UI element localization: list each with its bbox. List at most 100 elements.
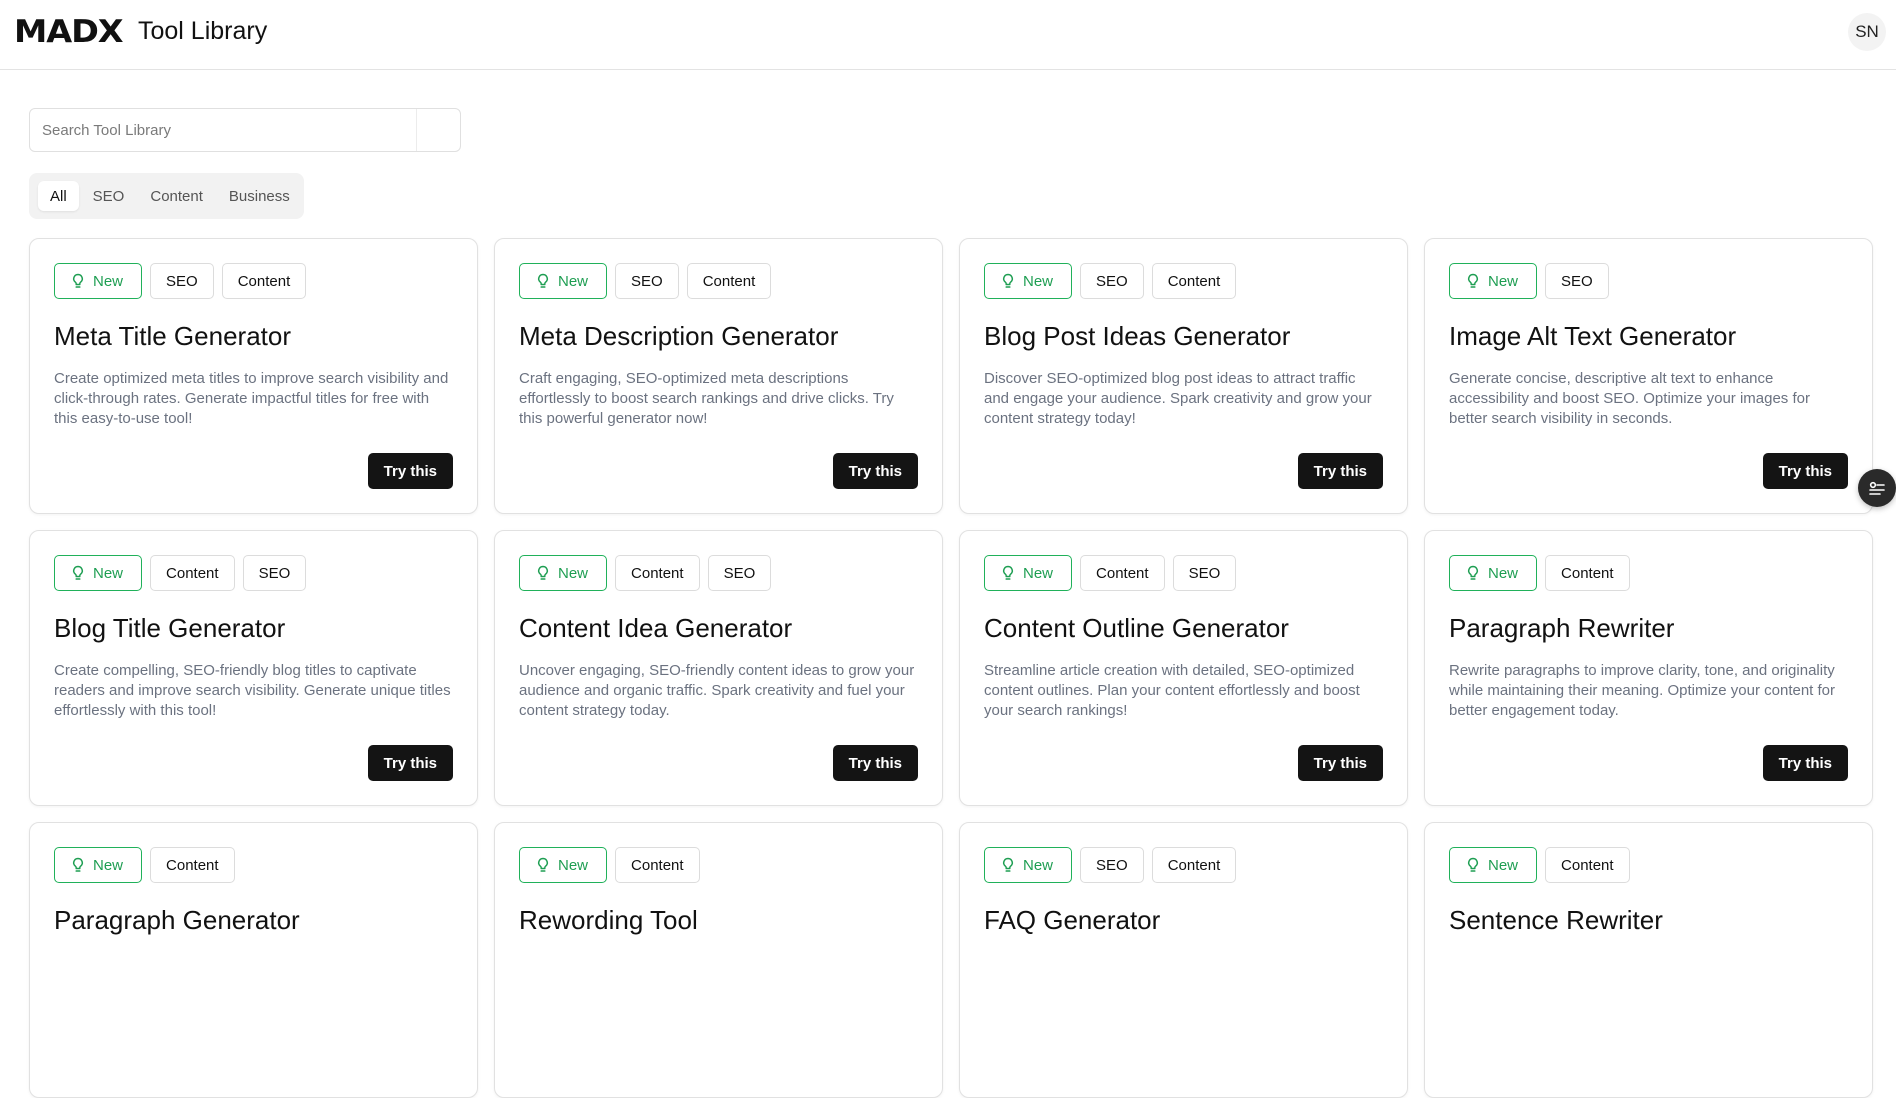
new-badge-label: New: [1488, 564, 1519, 582]
category-tag: Content: [1151, 263, 1237, 299]
tag-list: New Content SEO: [984, 555, 1237, 591]
new-badge-label: New: [1023, 564, 1054, 582]
tool-title: Blog Title Generator: [54, 613, 286, 643]
tool-title: Meta Title Generator: [54, 321, 291, 351]
new-badge: New: [1449, 263, 1538, 299]
new-badge: New: [54, 847, 143, 883]
tag-list: New Content SEO: [54, 555, 307, 591]
tag-list: New Content SEO: [519, 555, 772, 591]
tool-title: Paragraph Rewriter: [1449, 613, 1675, 643]
tool-title: Image Alt Text Generator: [1449, 321, 1737, 351]
new-badge: New: [54, 555, 143, 591]
try-this-button[interactable]: Try this: [1297, 453, 1383, 489]
try-this-button[interactable]: Try this: [367, 453, 453, 489]
new-badge: New: [984, 555, 1073, 591]
new-badge-label: New: [93, 856, 124, 874]
category-tag: SEO: [242, 555, 307, 591]
filter-tab-seo[interactable]: SEO: [81, 181, 137, 211]
tool-card[interactable]: New SEO Content FAQ Generator: [959, 822, 1408, 1098]
new-badge-label: New: [558, 272, 589, 290]
lightbulb-icon: [71, 857, 85, 873]
tool-grid: New SEO Content Meta Title Generator Create …: [29, 238, 1873, 1098]
tag-list: New SEO Content: [984, 847, 1237, 883]
tool-description: Rewrite paragraphs to improve clarity, t…: [1449, 662, 1836, 719]
tool-card[interactable]: New SEO Content Blog Post Ideas Generator Di…: [959, 238, 1408, 514]
try-this-button[interactable]: Try this: [367, 745, 453, 781]
tool-title: Sentence Rewriter: [1449, 905, 1663, 935]
logo[interactable]: MADX: [14, 14, 124, 50]
new-badge: New: [54, 263, 143, 299]
tool-card[interactable]: New SEO Content Meta Description Generator C…: [494, 238, 943, 514]
tool-card[interactable]: New SEO Image Alt Text Generator Generate c…: [1424, 238, 1873, 514]
lightbulb-icon: [1466, 857, 1480, 873]
search-input[interactable]: [30, 109, 416, 151]
category-tag: Content: [150, 555, 235, 591]
tool-card[interactable]: New Content SEO Content Idea Generator Uncov…: [494, 530, 943, 806]
tool-title: Rewording Tool: [519, 905, 698, 935]
search-box: [29, 108, 461, 152]
tool-card[interactable]: New Content Paragraph Rewriter Rewrite para…: [1424, 530, 1873, 806]
floating-menu-button[interactable]: [1858, 469, 1896, 507]
tool-card[interactable]: New Content SEO Content Outline Generator St…: [959, 530, 1408, 806]
tool-title: Meta Description Generator: [519, 321, 839, 351]
try-this-button[interactable]: Try this: [1762, 745, 1848, 781]
category-tag: Content: [1151, 847, 1237, 883]
category-tag: SEO: [707, 555, 772, 591]
tool-card[interactable]: New SEO Content Meta Title Generator Create …: [29, 238, 478, 514]
category-tag: SEO: [615, 263, 679, 299]
lightbulb-icon: [536, 565, 550, 581]
lightbulb-icon: [1466, 273, 1480, 289]
tool-description: Craft engaging, SEO-optimized meta descr…: [519, 370, 894, 427]
category-tag: Content: [1545, 847, 1630, 883]
tool-title: Paragraph Generator: [54, 905, 300, 935]
new-badge: New: [984, 263, 1073, 299]
lightbulb-icon: [536, 273, 550, 289]
lightbulb-icon: [536, 857, 550, 873]
tool-card[interactable]: New Content SEO Blog Title Generator Create …: [29, 530, 478, 806]
tool-description: Streamline article creation with detaile…: [984, 662, 1360, 719]
tag-list: New Content: [1449, 555, 1630, 591]
tool-title: Content Outline Generator: [984, 613, 1289, 643]
category-tag: Content: [686, 263, 772, 299]
tool-description: Create compelling, SEO-friendly blog tit…: [54, 662, 451, 719]
lightbulb-icon: [1001, 273, 1015, 289]
tag-list: New SEO Content: [984, 263, 1237, 299]
new-badge-label: New: [558, 564, 589, 582]
try-this-button[interactable]: Try this: [1762, 453, 1848, 489]
try-this-button[interactable]: Try this: [1297, 745, 1383, 781]
lightbulb-icon: [1001, 565, 1015, 581]
new-badge-label: New: [558, 856, 589, 874]
app-header: MADX Tool Library SN: [0, 0, 1896, 70]
filter-tab-business[interactable]: Business: [217, 181, 302, 211]
category-filter-tabs: All SEO Content Business: [29, 173, 304, 219]
new-badge: New: [1449, 555, 1538, 591]
lightbulb-icon: [71, 273, 85, 289]
tool-description: Uncover engaging, SEO-friendly content i…: [519, 662, 915, 719]
filter-tab-all[interactable]: All: [38, 181, 79, 211]
new-badge: New: [984, 847, 1073, 883]
category-tag: Content: [1545, 555, 1630, 591]
tag-list: New SEO Content: [519, 263, 772, 299]
tool-description: Discover SEO-optimized blog post ideas t…: [984, 370, 1372, 427]
list-settings-icon: [1869, 481, 1885, 495]
tool-card[interactable]: New Content Sentence Rewriter: [1424, 822, 1873, 1098]
search-divider: [416, 109, 417, 151]
tool-title: Content Idea Generator: [519, 613, 793, 643]
try-this-button[interactable]: Try this: [832, 453, 918, 489]
category-tag: Content: [615, 555, 700, 591]
category-tag: Content: [150, 847, 235, 883]
tool-title: Blog Post Ideas Generator: [984, 321, 1291, 351]
category-tag: Content: [615, 847, 700, 883]
category-tag: SEO: [1545, 263, 1609, 299]
new-badge-label: New: [1023, 272, 1054, 290]
user-avatar[interactable]: SN: [1848, 13, 1886, 51]
tool-card[interactable]: New Content Paragraph Generator: [29, 822, 478, 1098]
category-tag: Content: [221, 263, 307, 299]
tool-description: Generate concise, descriptive alt text t…: [1449, 370, 1810, 427]
category-tag: SEO: [1080, 263, 1144, 299]
filter-tab-content[interactable]: Content: [138, 181, 215, 211]
tool-card[interactable]: New Content Rewording Tool: [494, 822, 943, 1098]
lightbulb-icon: [1001, 857, 1015, 873]
try-this-button[interactable]: Try this: [832, 745, 918, 781]
new-badge: New: [519, 555, 608, 591]
